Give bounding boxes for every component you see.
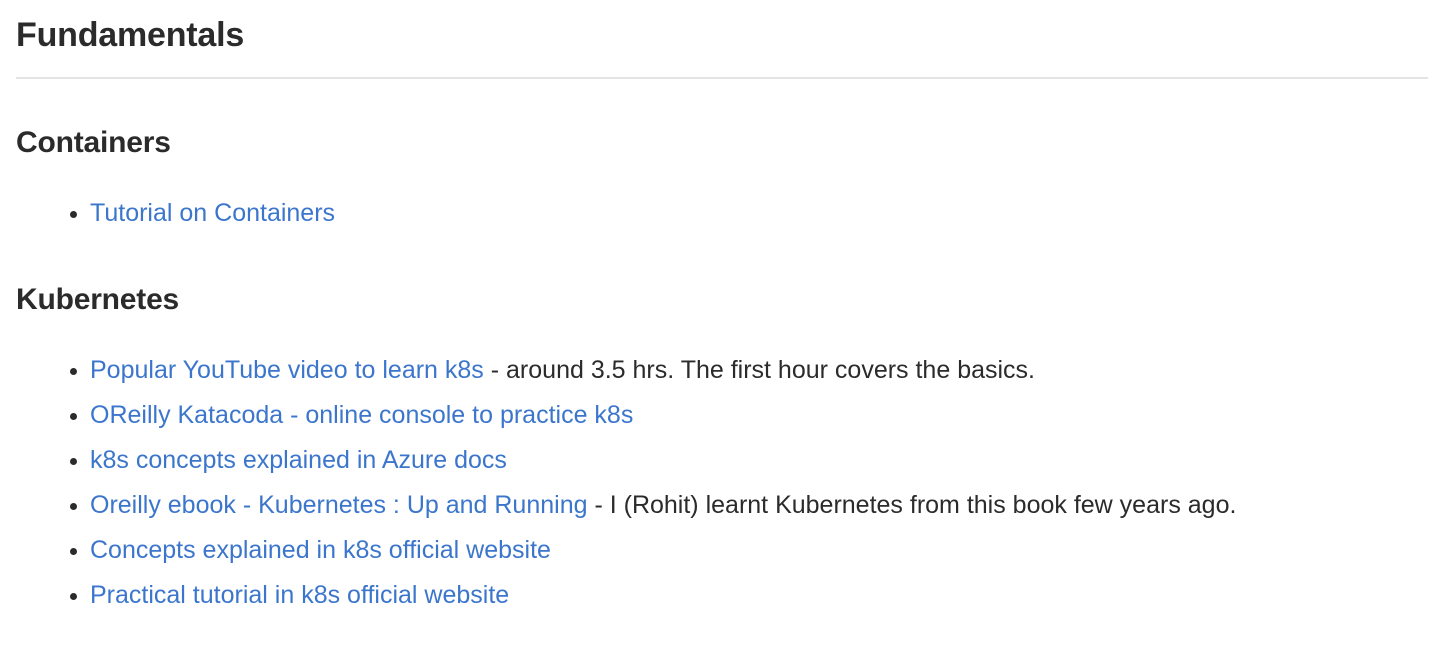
link-oreilly-ebook-kubernetes-up-and-running[interactable]: Oreilly ebook - Kubernetes : Up and Runn… <box>90 491 588 519</box>
list-item: Oreilly ebook - Kubernetes : Up and Runn… <box>16 483 1428 528</box>
list-item: Concepts explained in k8s official websi… <box>16 528 1428 573</box>
list-item-suffix: - I (Rohit) learnt Kubernetes from this … <box>587 490 1237 519</box>
kubernetes-link-list: Popular YouTube video to learn k8s - aro… <box>16 318 1428 618</box>
list-item: Popular YouTube video to learn k8s - aro… <box>16 348 1428 393</box>
link-tutorial-on-containers[interactable]: Tutorial on Containers <box>90 199 335 227</box>
section-kubernetes: Kubernetes Popular YouTube video to lear… <box>16 236 1428 618</box>
section-heading-kubernetes: Kubernetes <box>16 282 180 316</box>
link-practical-tutorial-k8s-official-website[interactable]: Practical tutorial in k8s official websi… <box>90 581 509 609</box>
page-title: Fundamentals <box>16 16 245 54</box>
link-popular-youtube-video[interactable]: Popular YouTube video to learn k8s <box>90 356 484 384</box>
list-item: Tutorial on Containers <box>16 191 1428 236</box>
list-item-suffix: - around 3.5 hrs. The first hour covers … <box>483 355 1035 384</box>
section-containers: Containers Tutorial on Containers <box>16 79 1428 236</box>
link-oreilly-katacoda[interactable]: OReilly Katacoda - online console to pra… <box>90 401 633 429</box>
list-item: Practical tutorial in k8s official websi… <box>16 573 1428 618</box>
list-item: OReilly Katacoda - online console to pra… <box>16 393 1428 438</box>
list-item: k8s concepts explained in Azure docs <box>16 438 1428 483</box>
link-concepts-k8s-official-website[interactable]: Concepts explained in k8s official websi… <box>90 536 551 564</box>
link-k8s-concepts-azure-docs[interactable]: k8s concepts explained in Azure docs <box>90 446 507 474</box>
wiki-page: Fundamentals Containers Tutorial on Cont… <box>0 0 1444 650</box>
section-heading-containers: Containers <box>16 125 171 159</box>
containers-link-list: Tutorial on Containers <box>16 161 1428 236</box>
